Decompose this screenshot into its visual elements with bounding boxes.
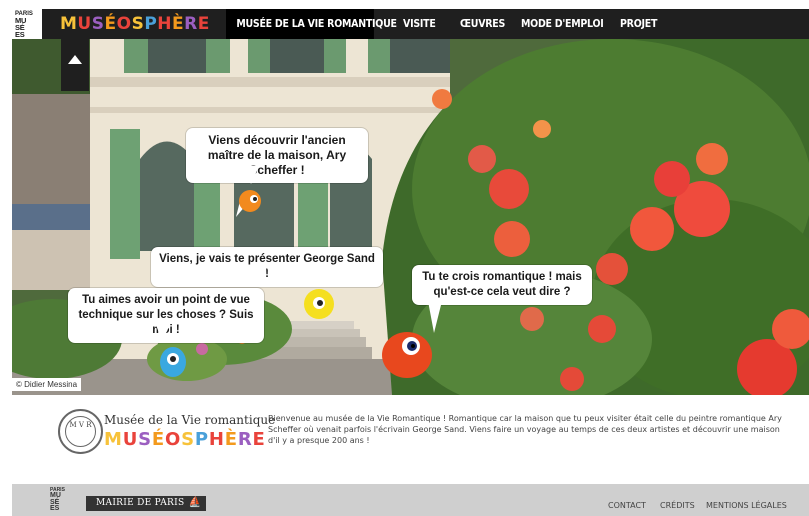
bubble-tail: [156, 325, 170, 341]
brand-letter: O: [165, 429, 182, 450]
nav-visite[interactable]: Visite: [403, 9, 436, 39]
brand-letter: R: [184, 14, 198, 34]
paris-logo-line3: ES: [15, 30, 25, 40]
collapse-tab[interactable]: [61, 39, 89, 91]
photo-credit: © Didier Messina: [12, 378, 82, 391]
intro-text: Bienvenue au musée de la Vie Romantique …: [268, 414, 782, 445]
nav-musee-vie-romantique[interactable]: Musée de la Vie romantique: [226, 9, 397, 39]
museum-name: Musée de la Vie romantique: [104, 413, 276, 427]
red-blob-character[interactable]: [380, 329, 434, 379]
nav-oeuvres[interactable]: Œuvres: [460, 9, 505, 39]
hero-photo: Viens découvrir l'ancien maître de la ma…: [12, 39, 809, 395]
paris-musees-logo[interactable]: PARIS MU SÉ ES: [12, 9, 42, 39]
brand-letter: H: [208, 429, 225, 450]
yellow-blob-character[interactable]: [302, 287, 336, 321]
brand-letter: S: [138, 429, 152, 450]
nav-mode-emploi[interactable]: Mode d'emploi: [521, 9, 604, 39]
brand-letter: S: [91, 14, 105, 34]
brand-letter: P: [194, 429, 209, 450]
bubble-tail: [267, 268, 289, 286]
footer-paris-musees-logo[interactable]: PARIS MU SÉ ES: [50, 488, 74, 512]
intro-section: M V R Musée de la Vie romantique MUSÉOSP…: [12, 400, 809, 470]
footer-paris-logo-line3: ES: [50, 505, 60, 512]
brand-letter: M: [104, 429, 123, 450]
footer: PARIS MU SÉ ES MAIRIE DE PARIS ⛵ Contact…: [12, 484, 809, 516]
speech-bubble-ary-scheffer[interactable]: Viens découvrir l'ancien maître de la ma…: [186, 128, 368, 183]
museosphere-logo[interactable]: MUSÉOSPHÈRE: [60, 12, 210, 36]
brand-letter: E: [197, 14, 210, 34]
brand-letter: É: [104, 14, 117, 34]
blue-blob-character[interactable]: [158, 345, 188, 379]
brand-letter: S: [181, 429, 195, 450]
mairie-de-paris-link[interactable]: MAIRIE DE PARIS ⛵: [86, 496, 207, 511]
seal-inner: M V R: [65, 416, 96, 447]
speech-bubble-romantique[interactable]: Tu te crois romantique ! mais qu'est-ce …: [412, 265, 592, 305]
brand-letter: È: [224, 429, 238, 450]
footer-link-contact[interactable]: Contact: [608, 501, 646, 510]
brand-letter: P: [144, 14, 158, 34]
triangle-up-icon: [68, 55, 82, 64]
footer-link-mentions-legales[interactable]: Mentions légales: [706, 501, 787, 510]
brand-letter: U: [122, 429, 139, 450]
brand-letter: È: [172, 14, 185, 34]
brand-letter: R: [237, 429, 253, 450]
orange-bird-character[interactable]: [232, 187, 266, 221]
mairie-label: MAIRIE DE PARIS: [96, 498, 185, 508]
museum-seal-logo: M V R: [58, 409, 103, 454]
brand-letter: H: [157, 14, 173, 34]
brand-letter: M: [60, 14, 78, 34]
top-navigation: PARIS MU SÉ ES MUSÉOSPHÈRE Musée de la V…: [12, 9, 809, 39]
brand-letter: U: [77, 14, 92, 34]
museosphere-logo-large: MUSÉOSPHÈRE: [104, 429, 266, 450]
brand-letter: É: [151, 429, 166, 450]
bubble-tail: [245, 166, 259, 184]
brand-letter: O: [116, 14, 132, 34]
brand-letter: S: [131, 14, 145, 34]
nav-projet[interactable]: Projet: [620, 9, 657, 39]
page: PARIS MU SÉ ES MUSÉOSPHÈRE Musée de la V…: [0, 0, 809, 516]
footer-link-credits[interactable]: Crédits: [660, 501, 695, 510]
paris-boat-icon: ⛵: [188, 497, 202, 508]
brand-letter: E: [252, 429, 266, 450]
